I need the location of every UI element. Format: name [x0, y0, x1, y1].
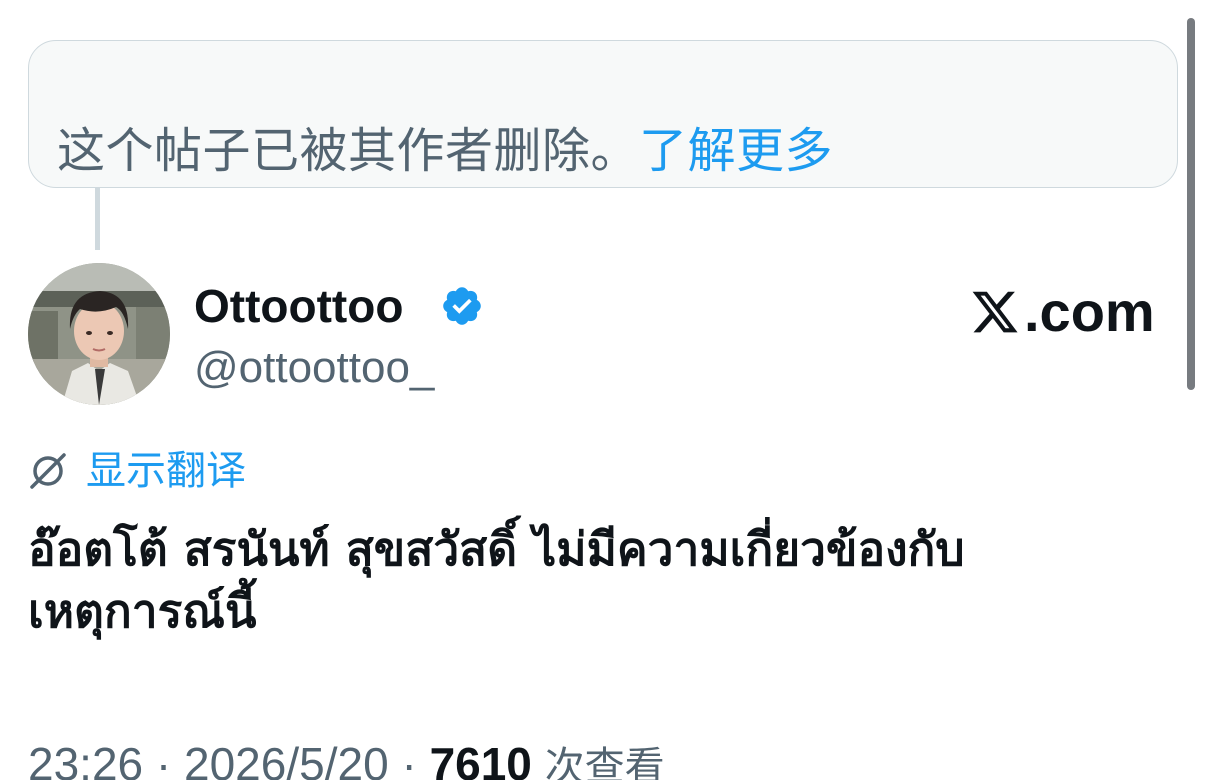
x-logo-icon — [972, 291, 1018, 333]
author-display-name[interactable]: Ottoottoo — [194, 278, 403, 334]
show-translation-label: 显示翻译 — [86, 448, 246, 494]
x-com-label: .com — [1024, 280, 1155, 343]
globe-slash-icon — [30, 453, 66, 489]
verified-badge-icon — [443, 287, 481, 325]
deleted-message: 这个帖子已被其作者删除。 — [57, 123, 640, 179]
views-count: 7610 — [429, 738, 532, 780]
thread-connector-line — [95, 188, 100, 250]
post-metadata: 23:26 · 2026/5/20 · 7610 次查看 — [28, 736, 665, 780]
show-translation-button[interactable]: 显示翻译 — [28, 446, 246, 496]
deleted-post-notice: 这个帖子已被其作者删除。了解更多 — [28, 40, 1178, 188]
avatar[interactable] — [28, 263, 170, 405]
post-date[interactable]: 2026/5/20 — [184, 738, 389, 780]
post-body-text: อ๊อตโต้ สรนันท์ สุขสวัสดิ์ ไม่มีความเกี่… — [28, 522, 965, 638]
author-handle[interactable]: @ottoottoo_ — [194, 340, 434, 396]
deleted-post-text: 这个帖子已被其作者删除。了解更多 — [57, 123, 833, 179]
meta-separator: · — [401, 738, 417, 780]
x-com-source: .com — [970, 282, 1155, 342]
learn-more-link[interactable]: 了解更多 — [639, 123, 833, 179]
meta-separator: · — [155, 738, 172, 780]
scrollbar[interactable] — [1187, 18, 1195, 390]
views-label: 次查看 — [544, 744, 665, 780]
post-time[interactable]: 23:26 — [28, 738, 143, 780]
avatar-photo — [28, 263, 170, 405]
